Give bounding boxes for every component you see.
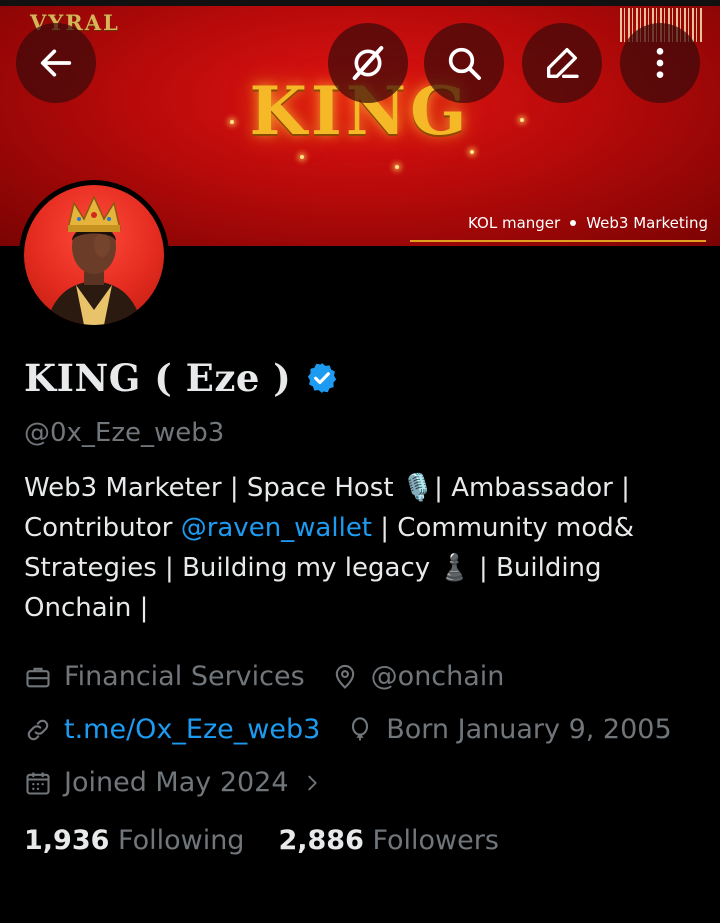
category-item: Financial Services <box>24 661 305 692</box>
avatar[interactable] <box>19 180 169 330</box>
search-icon <box>448 47 481 80</box>
banner-sparkle <box>300 155 304 159</box>
birthday-item: Born January 9, 2005 <box>346 714 672 745</box>
avatar-king-illustration <box>46 195 142 325</box>
avatar-image <box>24 185 164 325</box>
banner-sparkle <box>470 150 474 154</box>
banner-tagline: KOL manger Web3 Marketing <box>468 214 708 232</box>
following-label: Following <box>118 825 245 856</box>
location-text: @onchain <box>370 661 505 692</box>
website-link[interactable]: t.me/Ox_Eze_web3 <box>64 714 320 745</box>
meta-row: Financial Services @onchain <box>24 650 704 703</box>
bio-text: | Community mod& <box>372 513 635 543</box>
followers-link[interactable]: 2,886 Followers <box>278 825 498 856</box>
joined-text: Joined May 2024 <box>64 767 289 798</box>
category-text: Financial Services <box>64 661 305 692</box>
bio-line: Onchain | <box>24 593 149 623</box>
more-vertical-icon <box>656 48 664 78</box>
calendar-icon <box>26 772 50 795</box>
birthday-text: Born January 9, 2005 <box>386 714 672 745</box>
joined-item[interactable]: Joined May 2024 <box>24 767 323 798</box>
profile-bio: Web3 Marketer | Space Host 🎙️| Ambassado… <box>24 468 684 628</box>
briefcase-icon <box>26 667 50 687</box>
website-item[interactable]: t.me/Ox_Eze_web3 <box>24 714 320 745</box>
followers-count: 2,886 <box>278 825 364 856</box>
follow-stats: 1,936 Following 2,886 Followers <box>24 825 704 856</box>
meta-row: Joined May 2024 <box>24 756 704 809</box>
verified-badge-icon[interactable] <box>305 361 339 395</box>
grok-button[interactable] <box>328 23 408 103</box>
banner-top-strip <box>0 0 720 6</box>
following-count: 1,936 <box>24 825 110 856</box>
bio-line: Web3 Marketer | Space Host 🎙️| Ambassado… <box>24 473 630 503</box>
location-pin-icon <box>335 664 354 689</box>
bio-line: Strategies | Building my legacy ♟️ | Bui… <box>24 553 602 583</box>
tagline-separator-dot <box>570 220 577 226</box>
user-handle: @0x_Eze_web3 <box>24 418 225 448</box>
location-item: @onchain <box>331 661 505 692</box>
search-button[interactable] <box>424 23 504 103</box>
arrow-left-icon <box>40 49 72 77</box>
more-options-button[interactable] <box>620 23 700 103</box>
name-row: KING ( Eze ) <box>24 356 704 400</box>
link-icon <box>27 719 49 740</box>
back-button[interactable] <box>16 23 96 103</box>
following-link[interactable]: 1,936 Following <box>24 825 244 856</box>
pencil-icon <box>547 48 579 79</box>
tagline-underline <box>410 240 706 242</box>
banner-tagline-right: Web3 Marketing <box>586 214 708 232</box>
banner-sparkle <box>395 165 399 169</box>
bio-text: Contributor <box>24 513 181 543</box>
bio-mention-link[interactable]: @raven_wallet <box>181 513 372 543</box>
profile-meta: Financial Services @onchain t.me/Ox_Eze_… <box>24 650 704 809</box>
profile-info: KING ( Eze ) @0x_Eze_web3 Web3 Marketer … <box>24 356 704 856</box>
meta-row: t.me/Ox_Eze_web3 Born January 9, 2005 <box>24 703 704 756</box>
grok-icon <box>352 46 384 80</box>
balloon-icon <box>352 716 369 740</box>
edit-button[interactable] <box>522 23 602 103</box>
bio-line: Contributor @raven_wallet | Community mo… <box>24 508 684 548</box>
chevron-right-icon <box>307 775 317 790</box>
display-name: KING ( Eze ) <box>24 356 292 400</box>
banner-tagline-left: KOL manger <box>468 214 561 232</box>
followers-label: Followers <box>372 825 499 856</box>
